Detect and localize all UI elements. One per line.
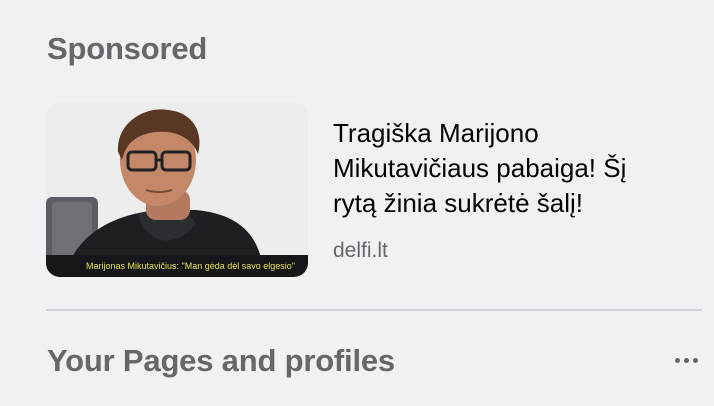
more-horizontal-icon-dot	[692, 357, 698, 363]
ad-image-caption: Marijonas Mikutavičius: "Man gėda dėl sa…	[46, 255, 308, 277]
sponsored-heading: Sponsored	[47, 31, 208, 66]
more-options-button[interactable]	[668, 347, 704, 373]
ad-domain[interactable]: delfi.lt	[333, 239, 388, 263]
right-rail-panel: Sponsored Marijonas Mikutavičius: "Man g…	[0, 0, 714, 406]
section-divider	[46, 309, 702, 311]
ad-title[interactable]: Tragiška Marijono Mikutavičiaus pabaiga!…	[333, 116, 673, 221]
pages-and-profiles-heading: Your Pages and profiles	[47, 343, 395, 378]
more-horizontal-icon	[674, 357, 680, 363]
more-horizontal-icon-dot	[683, 357, 689, 363]
sponsored-ad-card[interactable]: Marijonas Mikutavičius: "Man gėda dėl sa…	[46, 102, 686, 277]
ad-thumbnail-image[interactable]: Marijonas Mikutavičius: "Man gėda dėl sa…	[46, 102, 308, 277]
portrait-illustration	[46, 102, 308, 277]
